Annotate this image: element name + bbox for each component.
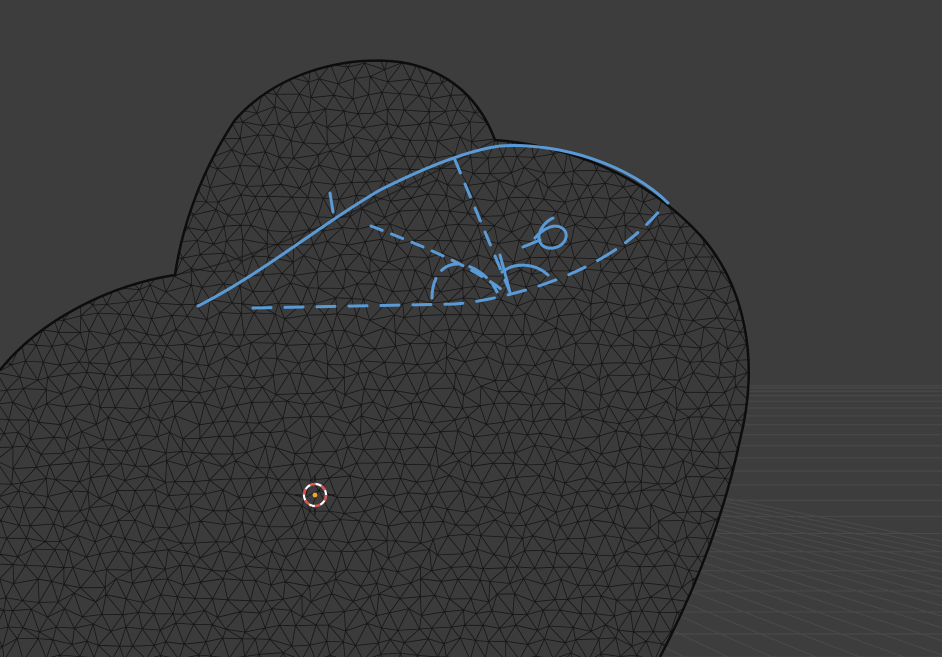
viewport-canvas[interactable] xyxy=(0,0,942,657)
3d-viewport[interactable] xyxy=(0,0,942,657)
